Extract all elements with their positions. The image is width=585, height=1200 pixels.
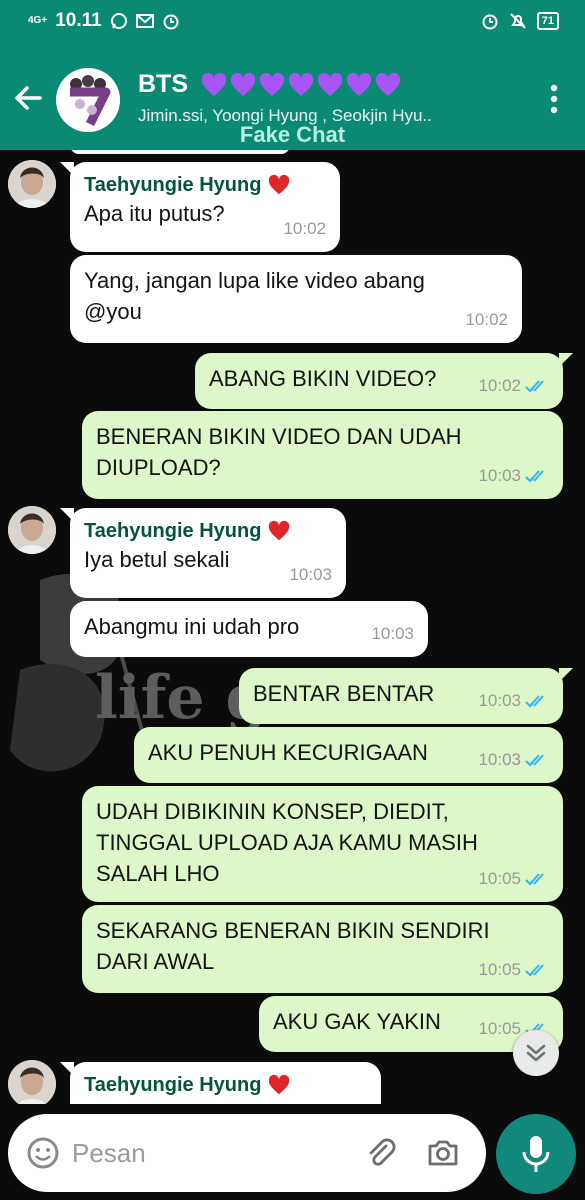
message-time: 10:03	[478, 460, 549, 491]
message-time: 10:02	[283, 219, 326, 238]
microphone-icon	[522, 1136, 550, 1172]
purple-heart-icon	[288, 72, 314, 96]
message-bubble[interactable]: Taehyungie Hyung Apa itu putus? 10:02	[60, 162, 340, 252]
message-time: 10:03	[478, 685, 549, 716]
read-ticks-icon	[525, 469, 544, 482]
purple-heart-icon	[230, 72, 256, 96]
message-time: 10:02	[465, 310, 508, 329]
emoji-icon[interactable]	[26, 1136, 60, 1170]
gmail-notification-icon	[135, 14, 154, 28]
message-bubble[interactable]: ABANG BIKIN VIDEO? 10:02	[195, 353, 573, 409]
voice-record-button[interactable]	[496, 1114, 576, 1194]
purple-heart-icon	[375, 72, 401, 96]
purple-heart-icon	[317, 72, 343, 96]
message-bubble[interactable]: BENERAN BIKIN VIDEO DAN UDAH DIUPLOAD? 1…	[82, 411, 563, 499]
avatar[interactable]	[8, 160, 56, 208]
read-ticks-icon	[525, 963, 544, 976]
status-bar: 4G+ 10.11 71	[0, 0, 585, 48]
red-heart-icon	[269, 520, 290, 541]
purple-heart-icon	[346, 72, 372, 96]
message-time: 10:02	[478, 370, 549, 401]
status-time: 10.11	[55, 10, 102, 31]
purple-heart-icon	[201, 72, 227, 96]
chat-header: BTS Jimin.ssi, Yoongi Hyung , Seokjin Hy…	[0, 48, 585, 150]
message-bubble[interactable]: AKU PENUH KECURIGAAN 10:03	[134, 727, 563, 783]
message-bubble[interactable]: SEKARANG BENERAN BIKIN SENDIRI DARI AWAL…	[82, 905, 563, 993]
composer-bar: Pesan	[0, 1104, 585, 1200]
group-title[interactable]: BTS	[138, 70, 402, 99]
double-chevron-down-icon	[526, 1044, 546, 1062]
message-bubble[interactable]: BENTAR BENTAR 10:03	[239, 668, 573, 724]
cutoff-bubble	[70, 150, 290, 154]
network-indicator: 4G+	[28, 15, 48, 26]
message-time: 10:03	[289, 565, 332, 584]
status-left: 4G+ 10.11	[28, 10, 180, 32]
message-bubble[interactable]: Taehyungie Hyung	[60, 1062, 381, 1104]
avatar[interactable]	[8, 1060, 56, 1104]
read-ticks-icon	[525, 753, 544, 766]
alarm-icon	[482, 14, 498, 30]
alarm-notification-icon	[163, 14, 179, 30]
red-heart-icon	[269, 1074, 290, 1095]
read-ticks-icon	[525, 872, 544, 885]
message-bubble[interactable]: Abangmu ini udah pro 10:03	[70, 601, 428, 657]
sender-name: Taehyungie Hyung	[84, 172, 326, 198]
attachment-icon[interactable]	[364, 1136, 398, 1170]
scroll-to-bottom-button[interactable]	[513, 1030, 559, 1076]
message-time: 10:05	[478, 954, 549, 985]
avatar-photo	[8, 506, 56, 554]
battery-indicator: 71	[536, 12, 559, 30]
sender-name: Taehyungie Hyung	[84, 518, 332, 544]
message-bubble[interactable]: UDAH DIBIKININ KONSEP, DIEDIT, TINGGAL U…	[82, 786, 563, 902]
avatar-photo	[8, 1060, 56, 1104]
camera-icon[interactable]	[426, 1136, 460, 1170]
back-arrow-icon[interactable]	[12, 82, 44, 114]
read-ticks-icon	[525, 379, 544, 392]
avatar-photo	[8, 160, 56, 208]
read-ticks-icon	[525, 694, 544, 707]
message-time: 10:05	[478, 863, 549, 894]
purple-hearts	[200, 72, 402, 98]
input-placeholder: Pesan	[72, 1138, 146, 1168]
red-heart-icon	[269, 174, 290, 195]
chat-area[interactable]: life go Taehyungie Hyung Apa itu putus? …	[0, 150, 585, 1104]
message-text: Abangmu ini udah pro	[84, 614, 300, 639]
avatar[interactable]	[8, 506, 56, 554]
message-time: 10:03	[478, 744, 549, 775]
mute-icon	[510, 13, 526, 29]
status-right: 71	[481, 12, 559, 30]
group-name: BTS	[138, 70, 188, 98]
message-bubble[interactable]: Taehyungie Hyung Iya betul sekali 10:03	[60, 508, 346, 598]
purple-heart-icon	[259, 72, 285, 96]
message-input[interactable]: Pesan	[8, 1114, 486, 1192]
fake-chat-watermark: Fake Chat	[239, 122, 346, 147]
whatsapp-notification-icon	[110, 13, 127, 29]
message-time: 10:03	[371, 624, 414, 643]
sender-name: Taehyungie Hyung	[84, 1072, 367, 1098]
message-text: Yang, jangan lupa like video abang @you	[84, 268, 425, 324]
more-options-icon[interactable]	[549, 84, 559, 114]
message-bubble[interactable]: Yang, jangan lupa like video abang @you …	[70, 255, 522, 343]
